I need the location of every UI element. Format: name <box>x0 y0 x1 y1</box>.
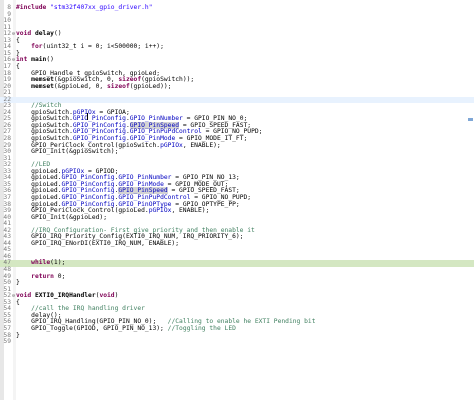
code-token: (uint32_t i = 0; i<500000; i++); <box>42 43 164 51</box>
code-line[interactable]: 12 ⊖ void delay() <box>0 30 474 38</box>
line-number: 59 <box>3 338 11 346</box>
code-line[interactable]: 47 while(1); <box>0 260 474 267</box>
code-token: memset <box>31 82 54 90</box>
code-token: return <box>31 272 54 280</box>
code-token: , ENABLE); <box>171 207 210 215</box>
code-token: 0; <box>53 272 66 280</box>
code-token: (gpioLed)); <box>129 82 172 90</box>
code-text: while(1); <box>16 260 65 267</box>
code-token: #include <box>16 4 51 11</box>
code-line[interactable]: 52 ⊖ void EXTI0_IRQHandler(void) <box>0 292 474 300</box>
code-token: "stm32f407xx_gpio_driver.h" <box>50 4 153 11</box>
code-token: main <box>31 56 47 64</box>
code-token: GPIO_Init(&gpioLed); <box>16 213 107 221</box>
code-token: ) <box>114 292 119 300</box>
code-token: } <box>16 331 20 339</box>
code-text: void EXTI0_IRQHandler(void) <box>16 292 119 300</box>
code-token: pGPIOx <box>148 207 172 215</box>
code-token: EXTI0_IRQHandler <box>34 292 96 300</box>
code-text: GPIO_Toggle(GPIOD, GPIO_PIN_NO_13); //To… <box>16 324 236 333</box>
code-token: } <box>16 279 20 287</box>
code-editor[interactable]: 8 #include "stm32f407xx_gpio_driver.h" 9 10… <box>0 0 474 400</box>
code-token: sizeof <box>107 82 130 90</box>
code-token: , ENABLE); <box>182 141 221 149</box>
code-line[interactable]: 22 <box>0 96 474 104</box>
code-token: delay <box>34 30 54 38</box>
code-token: for <box>31 43 43 51</box>
overview-ruler-marker[interactable] <box>468 118 473 121</box>
code-line[interactable]: 57 GPIO_Toggle(GPIOD, GPIO_PIN_NO_13); /… <box>0 324 474 333</box>
code-token: pGPIOx <box>160 141 183 149</box>
code-token: void <box>99 292 115 300</box>
code-line[interactable]: 59 <box>0 338 474 346</box>
code-text: void delay() <box>16 30 62 38</box>
code-token: () <box>46 56 54 64</box>
code-token: (&gpioLed, 0, <box>53 82 107 90</box>
code-token: () <box>53 30 62 38</box>
code-token: GPIO_Toggle(GPIOD, GPIO_PIN_NO_13); <box>16 324 168 332</box>
code-token: GPIO_Init(&gpioSwitch); <box>16 148 119 156</box>
code-token: (1); <box>50 259 66 267</box>
code-token: GPIO_IRQ_ENorDI(EXTI0_IRQ_NUM, ENABLE); <box>16 239 180 247</box>
code-token: while <box>31 259 51 267</box>
text-caret <box>87 113 88 120</box>
code-token: //Toggling the LED <box>167 324 236 332</box>
